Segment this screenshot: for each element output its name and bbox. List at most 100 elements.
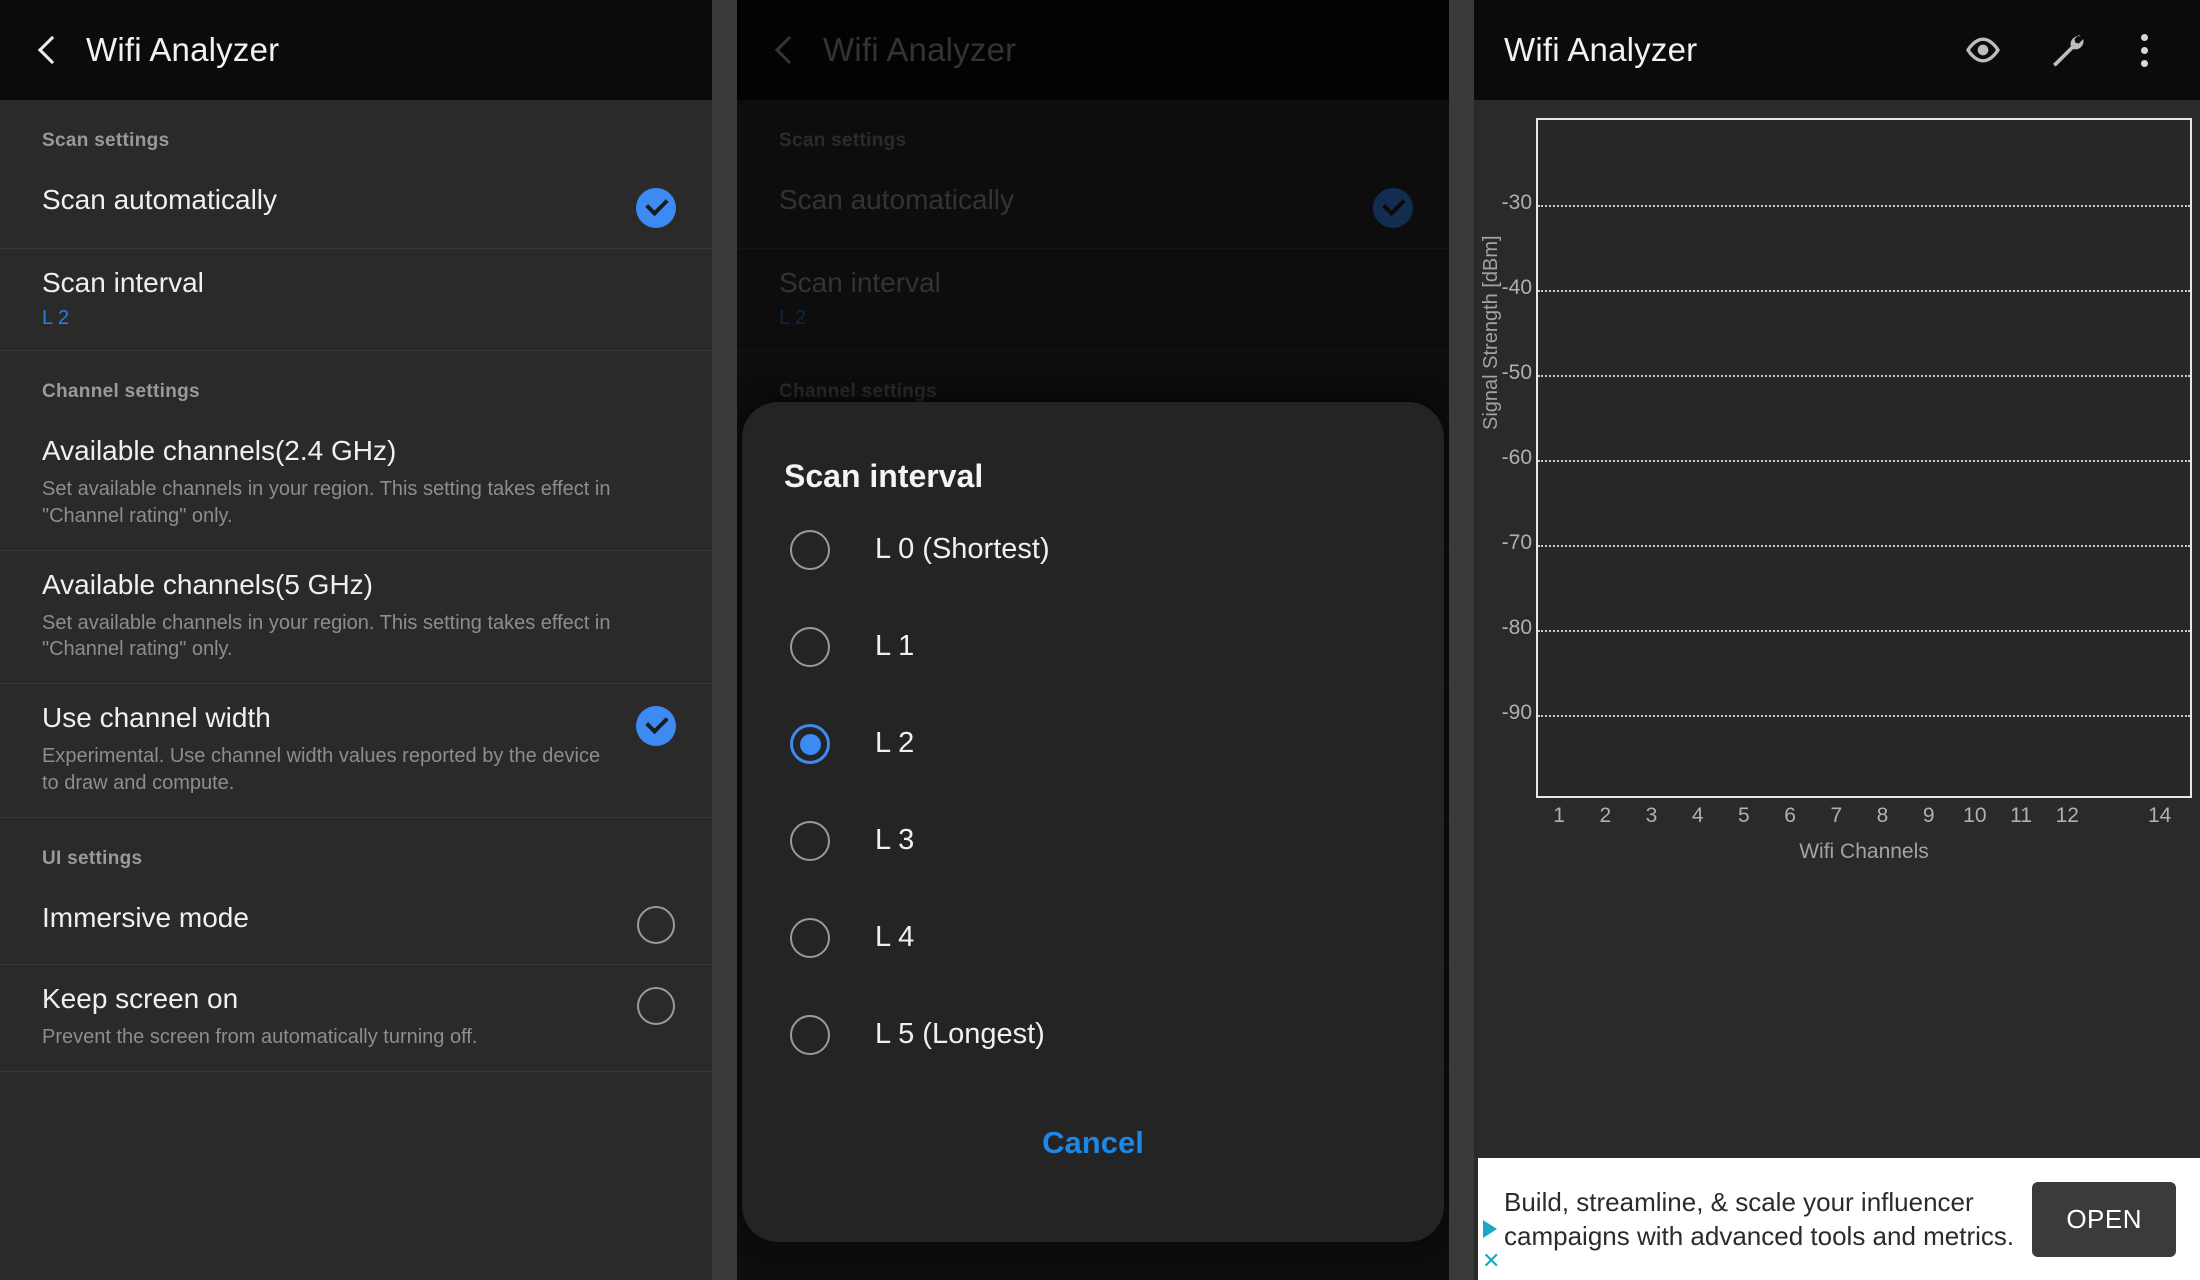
chart-x-tick-label: 1 <box>1553 804 1565 827</box>
settings-row-title: Available channels(5 GHz) <box>42 568 373 600</box>
settings-row[interactable]: Available channels(2.4 GHz) Set available… <box>0 417 712 551</box>
chart-x-tick-label: 8 <box>1876 804 1889 827</box>
settings-row[interactable]: Scan interval L 2 <box>0 249 712 351</box>
checkbox-unchecked-icon[interactable] <box>637 986 675 1025</box>
chart-y-tick-label: -30 <box>1501 191 1532 214</box>
radio-option-label: L 1 <box>875 630 915 662</box>
chart-x-tick-label: 12 <box>2055 804 2079 827</box>
chart-x-ticks: 1 2 3 4 5 6 7 8 9 10 11 12 14 <box>1536 804 2192 834</box>
ad-marks: ✕ <box>1478 1158 1504 1280</box>
kebab-dot <box>2141 59 2148 67</box>
settings-list: Scan settings Scan automatically Scan inte… <box>0 100 712 1280</box>
chart-x-tick-label: 2 <box>1599 804 1612 827</box>
radio-unselected-icon[interactable] <box>790 1014 830 1055</box>
section-header: UI settings <box>42 847 143 869</box>
signal-chart[interactable]: Signal Strength [dBm] -30 -40 -50 -60 -70 -80… <box>1474 100 2200 1180</box>
radio-unselected-icon[interactable] <box>790 917 830 958</box>
settings-row-value: L 2 <box>42 307 70 329</box>
settings-row-text: Immersive mode <box>42 900 630 935</box>
kebab-dot <box>2141 33 2148 41</box>
screenshot-root: Wifi Analyzer Scan settings Scan automati… <box>0 0 2200 1280</box>
settings-row-text: Scan automatically <box>42 182 630 217</box>
settings-row-text: Scan interval L 2 <box>42 265 630 330</box>
settings-row-description: Set available channels in your region. T… <box>42 478 611 527</box>
settings-row-title: Keep screen on <box>42 982 239 1014</box>
ad-choices-play-icon[interactable] <box>1483 1220 1497 1238</box>
checkbox-checked-icon[interactable] <box>636 188 676 228</box>
chart-x-tick-label: 14 <box>2147 804 2172 827</box>
radio-selected-icon[interactable] <box>790 723 830 764</box>
ad-close-icon[interactable]: ✕ <box>1482 1250 1500 1272</box>
radio-unselected-icon[interactable] <box>790 820 830 861</box>
settings-row-title: Immersive mode <box>42 901 249 933</box>
radio-option[interactable]: L 1 <box>742 598 1444 695</box>
app-bar-actions <box>1963 28 2170 73</box>
chart-x-tick-label: 3 <box>1645 804 1658 827</box>
radio-group: L 0 (Shortest) L 1 L 2 L 3 L 4 L 5 (Longest) <box>742 501 1444 1083</box>
radio-option-label: L 2 <box>875 727 915 759</box>
chart-y-tick-label: -50 <box>1501 361 1532 384</box>
chart-y-ticks: -30 -40 -50 -60 -70 -80 -90 <box>1474 118 1532 798</box>
settings-row-text: Available channels(2.4 GHz) Set available… <box>42 433 630 530</box>
chart-x-tick-label: 11 <box>2010 804 2032 827</box>
radio-option[interactable]: L 5 (Longest) <box>742 986 1444 1083</box>
settings-row-control <box>630 188 682 228</box>
eye-icon[interactable] <box>1963 30 2003 70</box>
cancel-button[interactable]: Cancel <box>742 1083 1444 1161</box>
chart-plot-area <box>1536 118 2192 798</box>
chart-y-tick-label: -70 <box>1501 531 1532 554</box>
wrench-icon[interactable] <box>2047 30 2087 70</box>
settings-row-control <box>630 706 682 747</box>
chart-x-axis-label: Wifi Channels <box>1799 840 1929 863</box>
settings-row-control <box>630 905 682 944</box>
overflow-menu-icon[interactable] <box>2131 28 2158 73</box>
page-title: Wifi Analyzer <box>1504 31 1698 68</box>
settings-row[interactable]: Use channel width Experimental. Use chann… <box>0 684 712 818</box>
settings-row[interactable]: Scan automatically <box>0 166 712 249</box>
ad-banner[interactable]: ✕ Build, streamline, & scale your influe… <box>1478 1156 2200 1280</box>
radio-option-label: L 3 <box>875 824 915 856</box>
chart-gridline <box>1538 630 2190 632</box>
settings-row-control <box>630 986 682 1025</box>
chart-x-tick-label: 6 <box>1784 804 1796 827</box>
radio-option-label: L 4 <box>875 921 915 953</box>
radio-option-label: L 5 (Longest) <box>875 1018 1045 1050</box>
settings-screen: Wifi Analyzer Scan settings Scan automati… <box>0 0 712 1280</box>
radio-option-label: L 0 (Shortest) <box>875 533 1050 565</box>
chart-gridline <box>1538 375 2190 377</box>
checkbox-checked-icon[interactable] <box>636 706 676 747</box>
radio-option[interactable]: L 3 <box>742 792 1444 889</box>
settings-row-text: Keep screen on Prevent the screen from au… <box>42 981 630 1051</box>
panel-divider-1 <box>712 0 737 1280</box>
chart-gridline <box>1538 460 2190 462</box>
app-bar: Wifi Analyzer <box>1474 0 2200 100</box>
ad-text: Build, streamline, & scale your influenc… <box>1504 1186 2015 1251</box>
settings-row[interactable]: Immersive mode <box>0 884 712 965</box>
settings-row-description: Experimental. Use channel width values r… <box>42 745 601 794</box>
chart-x-tick-label: 7 <box>1830 804 1843 827</box>
settings-row[interactable]: Keep screen on Prevent the screen from au… <box>0 965 712 1072</box>
checkbox-unchecked-icon[interactable] <box>637 905 675 944</box>
page-title: Wifi Analyzer <box>86 31 280 68</box>
scan-interval-dialog-screen: Wifi Analyzer Scan settings Scan automati… <box>737 0 1449 1280</box>
chart-gridline <box>1538 545 2190 547</box>
settings-row[interactable]: Available channels(5 GHz) Set available c… <box>0 551 712 685</box>
settings-row-title: Available channels(2.4 GHz) <box>42 435 397 466</box>
radio-unselected-icon[interactable] <box>790 626 830 667</box>
radio-option[interactable]: L 0 (Shortest) <box>742 501 1444 598</box>
chart-x-tick-label: 9 <box>1922 804 1935 827</box>
ad-open-button[interactable]: OPEN <box>2032 1181 2176 1257</box>
settings-row-text: Use channel width Experimental. Use chann… <box>42 700 630 797</box>
section-header: Scan settings <box>42 130 170 151</box>
radio-option[interactable]: L 2 <box>742 695 1444 792</box>
settings-row-title: Scan interval <box>42 267 204 298</box>
chart-gridline <box>1538 715 2190 717</box>
dialog-title: Scan interval <box>784 458 984 494</box>
radio-unselected-icon[interactable] <box>790 529 830 570</box>
settings-row-text: Available channels(5 GHz) Set available c… <box>42 567 630 664</box>
chart-y-tick-label: -40 <box>1501 276 1532 299</box>
section-header: Channel settings <box>42 381 200 402</box>
kebab-dot <box>2141 46 2148 54</box>
back-chevron-icon[interactable] <box>30 33 64 67</box>
radio-option[interactable]: L 4 <box>742 889 1444 986</box>
